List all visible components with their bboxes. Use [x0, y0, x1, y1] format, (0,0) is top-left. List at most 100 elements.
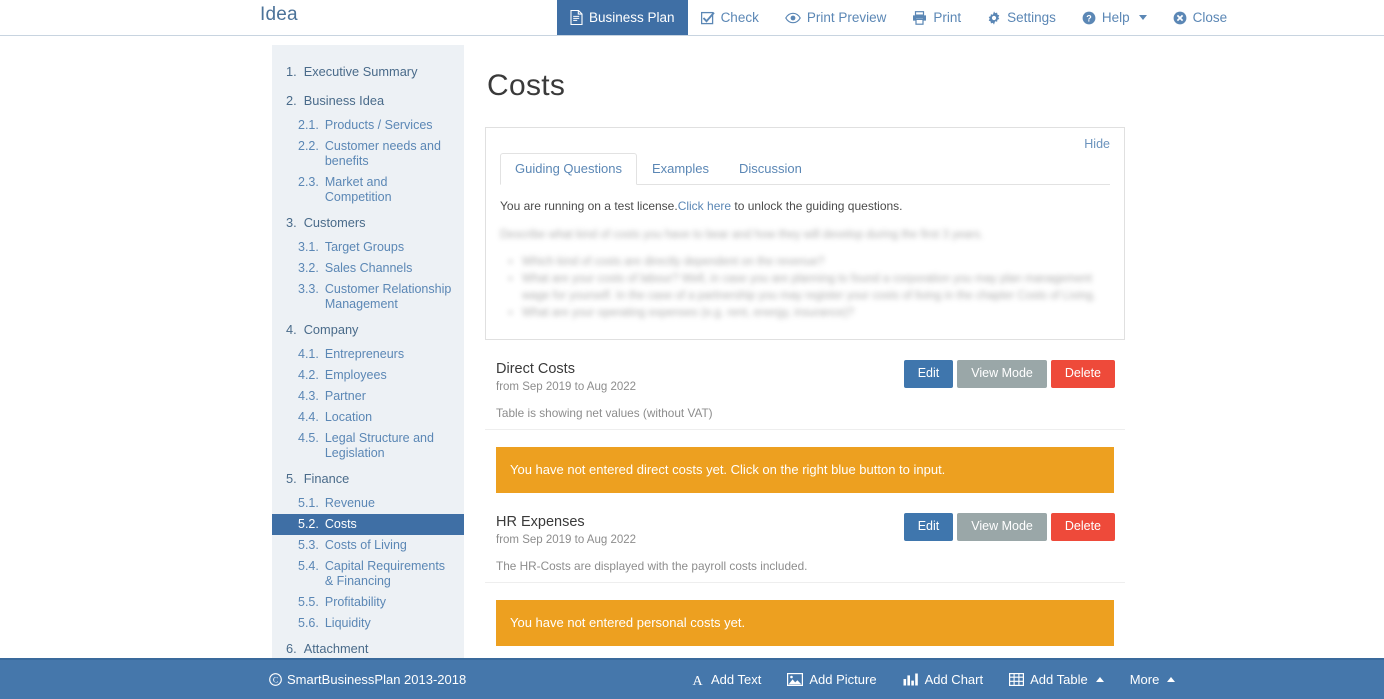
- nav-print-preview[interactable]: Print Preview: [772, 0, 900, 35]
- tab-guiding-questions[interactable]: Guiding Questions: [500, 153, 637, 185]
- footer-toolbar: C SmartBusinessPlan 2013-2018 A Add Text…: [0, 658, 1384, 699]
- tab-examples[interactable]: Examples: [637, 153, 724, 185]
- sidebar-item-revenue[interactable]: 5.1. Revenue: [272, 493, 464, 514]
- section-heading-block: HR Expenses from Sep 2019 to Aug 2022: [496, 513, 636, 547]
- sidebar-item-customers[interactable]: 3. Customers: [272, 208, 464, 237]
- tab-discussion[interactable]: Discussion: [724, 153, 817, 185]
- add-picture-button[interactable]: Add Picture: [787, 672, 876, 687]
- copyright-icon: C: [269, 673, 282, 686]
- nav-label: Check: [721, 10, 759, 25]
- sidebar-item-capital-requirements-and-financing[interactable]: 5.4. Capital Requirements & Financing: [272, 556, 464, 592]
- sidebar-item-label: Company: [304, 322, 454, 337]
- license-notice: You are running on a test license.Click …: [500, 199, 1110, 213]
- sidebar-item-customer-relationship-management[interactable]: 3.3. Customer Relationship Management: [272, 279, 464, 315]
- sidebar-item-number: 4.4.: [298, 410, 319, 425]
- sidebar-item-label: Costs of Living: [325, 538, 456, 553]
- close-circle-icon: [1173, 11, 1187, 25]
- sidebar-item-products-services[interactable]: 2.1. Products / Services: [272, 115, 464, 136]
- sidebar-item-label: Executive Summary: [304, 64, 454, 79]
- sidebar-item-number: 2.1.: [298, 118, 319, 133]
- edit-button[interactable]: Edit: [904, 360, 954, 388]
- nav-close[interactable]: Close: [1160, 0, 1241, 35]
- nav-settings[interactable]: Settings: [974, 0, 1069, 35]
- locked-question: What are your operating expenses (e.g. r…: [522, 305, 1110, 322]
- sidebar-item-liquidity[interactable]: 5.6. Liquidity: [272, 613, 464, 634]
- sidebar-item-market-and-competition[interactable]: 2.3. Market and Competition: [272, 172, 464, 208]
- sidebar-item-entrepreneurs[interactable]: 4.1. Entrepreneurs: [272, 344, 464, 365]
- sidebar-item-sales-channels[interactable]: 3.2. Sales Channels: [272, 258, 464, 279]
- gear-icon: [987, 11, 1001, 25]
- sidebar-item-target-groups[interactable]: 3.1. Target Groups: [272, 237, 464, 258]
- svg-text:C: C: [273, 676, 278, 685]
- footer-tool-label: Add Picture: [809, 672, 876, 687]
- section-date-range: from Sep 2019 to Aug 2022: [496, 380, 636, 394]
- nav-print[interactable]: Print: [899, 0, 974, 35]
- sidebar-item-label: Customer needs and benefits: [325, 139, 456, 169]
- delete-button[interactable]: Delete: [1051, 513, 1115, 541]
- section-header: Direct Costs from Sep 2019 to Aug 2022 E…: [485, 360, 1125, 394]
- document-icon: [570, 10, 583, 25]
- sidebar-item-number: 5.: [286, 471, 297, 486]
- sidebar-item-legal-structure-and-legislation[interactable]: 4.5. Legal Structure and Legislation: [272, 428, 464, 464]
- sidebar-item-number: 6.: [286, 641, 297, 656]
- picture-icon: [787, 673, 803, 686]
- top-navigation: Business Plan Check Print Preview Print: [557, 0, 1240, 35]
- sidebar-item-label: Profitability: [325, 595, 456, 610]
- section-title: HR Expenses: [496, 513, 636, 532]
- sidebar-item-number: 5.6.: [298, 616, 319, 631]
- sidebar-item-number: 4.: [286, 322, 297, 337]
- empty-state-alert: You have not entered personal costs yet.: [496, 600, 1114, 646]
- add-chart-button[interactable]: Add Chart: [903, 672, 984, 687]
- chevron-down-icon: [1139, 15, 1147, 20]
- footer-tool-label: Add Chart: [925, 672, 984, 687]
- sidebar-item-costs-of-living[interactable]: 5.3. Costs of Living: [272, 535, 464, 556]
- nav-check[interactable]: Check: [688, 0, 772, 35]
- delete-button[interactable]: Delete: [1051, 360, 1115, 388]
- add-table-button[interactable]: Add Table: [1009, 672, 1104, 687]
- sidebar-item-partner[interactable]: 4.3. Partner: [272, 386, 464, 407]
- app-brand: Idea: [260, 4, 298, 26]
- sidebar-item-profitability[interactable]: 5.5. Profitability: [272, 592, 464, 613]
- add-text-button[interactable]: A Add Text: [690, 672, 761, 687]
- nav-business-plan[interactable]: Business Plan: [557, 0, 688, 35]
- sidebar-item-number: 3.1.: [298, 240, 319, 255]
- sidebar-item-label: Entrepreneurs: [325, 347, 456, 362]
- unlock-link[interactable]: Click here: [678, 199, 731, 213]
- sidebar-item-location[interactable]: 4.4. Location: [272, 407, 464, 428]
- printer-icon: [912, 11, 927, 25]
- more-button[interactable]: More: [1130, 672, 1176, 687]
- copyright-notice: C SmartBusinessPlan 2013-2018: [269, 672, 466, 687]
- footer-tool-label: Add Table: [1030, 672, 1088, 687]
- sidebar-navigation: 1. Executive Summary 2. Business Idea 2.…: [272, 45, 464, 677]
- hide-panel-link[interactable]: Hide: [1084, 137, 1110, 151]
- chevron-up-icon: [1096, 677, 1104, 682]
- sidebar-item-finance[interactable]: 5. Finance: [272, 464, 464, 493]
- sidebar-item-costs[interactable]: 5.2. Costs: [272, 514, 464, 535]
- sidebar-item-employees[interactable]: 4.2. Employees: [272, 365, 464, 386]
- help-circle-icon: ?: [1082, 11, 1096, 25]
- sidebar-item-number: 5.5.: [298, 595, 319, 610]
- sidebar-item-business-idea[interactable]: 2. Business Idea: [272, 86, 464, 115]
- sidebar-item-label: Market and Competition: [325, 175, 456, 205]
- nav-help[interactable]: ? Help: [1069, 0, 1160, 35]
- nav-label: Business Plan: [589, 10, 675, 25]
- table-icon: [1009, 673, 1024, 686]
- sidebar-item-number: 4.3.: [298, 389, 319, 404]
- page-title: Costs: [487, 67, 1125, 105]
- sidebar-item-number: 1.: [286, 64, 297, 79]
- view-mode-button[interactable]: View Mode: [957, 360, 1047, 388]
- chart-icon: [903, 673, 919, 686]
- eye-icon: [785, 12, 801, 24]
- sidebar-item-label: Capital Requirements & Financing: [325, 559, 456, 589]
- sidebar-item-customer-needs-and-benefits[interactable]: 2.2. Customer needs and benefits: [272, 136, 464, 172]
- sidebar-item-label: Sales Channels: [325, 261, 456, 276]
- nav-label: Print: [933, 10, 961, 25]
- view-mode-button[interactable]: View Mode: [957, 513, 1047, 541]
- license-text-tail: to unlock the guiding questions.: [731, 199, 902, 213]
- section-actions: Edit View Mode Delete: [904, 513, 1115, 541]
- empty-state-alert: You have not entered direct costs yet. C…: [496, 447, 1114, 493]
- edit-button[interactable]: Edit: [904, 513, 954, 541]
- sidebar-item-executive-summary[interactable]: 1. Executive Summary: [272, 57, 464, 86]
- sidebar-item-company[interactable]: 4. Company: [272, 315, 464, 344]
- section-hr-expenses: HR Expenses from Sep 2019 to Aug 2022 Ed…: [485, 513, 1125, 646]
